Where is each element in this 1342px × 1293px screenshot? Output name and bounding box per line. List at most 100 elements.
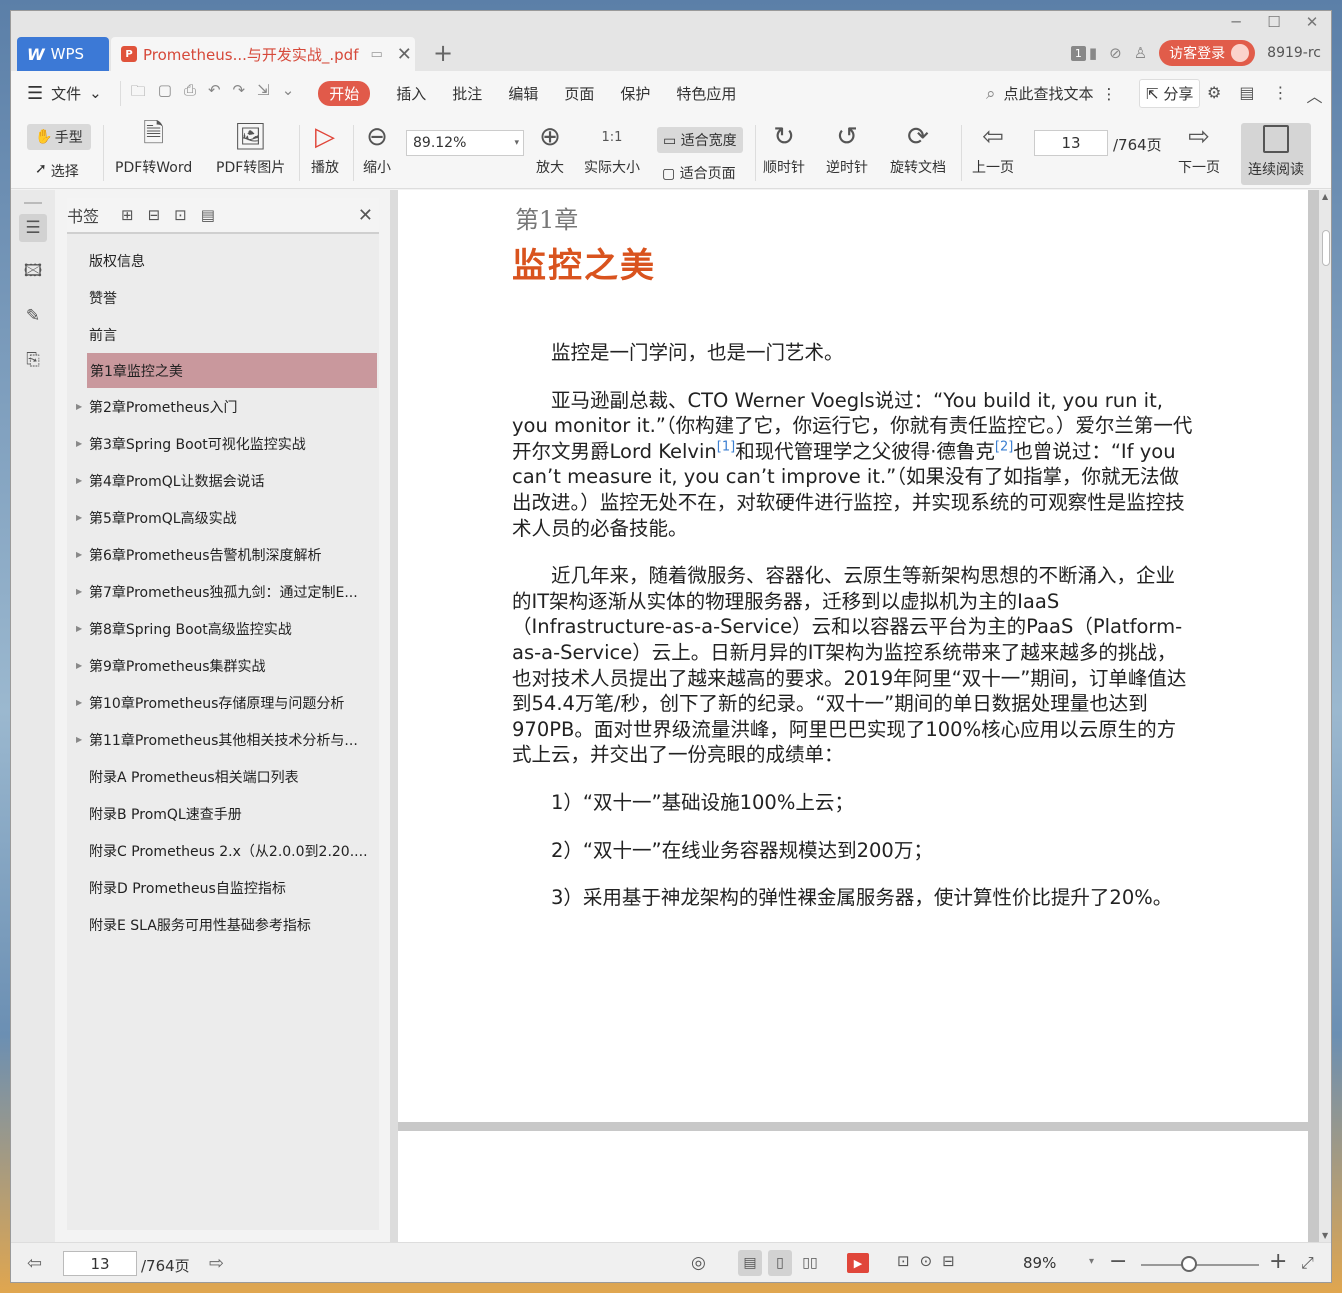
- tab-protect[interactable]: 保护: [620, 83, 650, 104]
- continuous-view-icon[interactable]: ▤: [738, 1250, 762, 1276]
- file-menu[interactable]: ☰ 文件 ⌄: [27, 83, 102, 104]
- expand-arrow-icon[interactable]: ▶: [76, 513, 82, 522]
- prev-page-button[interactable]: ⇦ 上一页: [972, 117, 1014, 177]
- expand-arrow-icon[interactable]: ▶: [76, 698, 82, 707]
- panel-splitter[interactable]: [390, 190, 398, 1242]
- sync-icon[interactable]: ⊘: [1109, 44, 1122, 62]
- footnote-ref[interactable]: [2]: [995, 439, 1013, 454]
- page-number-input[interactable]: 13: [1034, 130, 1108, 156]
- scroll-down-icon[interactable]: ▼: [1322, 1231, 1328, 1240]
- tab-special[interactable]: 特色应用: [676, 83, 736, 104]
- expand-arrow-icon[interactable]: ▶: [76, 624, 82, 633]
- scrollbar-thumb[interactable]: [1322, 230, 1330, 266]
- fit-page-status-icon[interactable]: ⊙: [920, 1252, 933, 1270]
- share-button[interactable]: ⇱ 分享: [1139, 79, 1201, 108]
- bookmark-item[interactable]: 附录E SLA服务可用性基础参考指标: [67, 906, 377, 943]
- fit-page-button[interactable]: ▢ 适合页面: [662, 163, 736, 183]
- bookmark-item[interactable]: 附录A Prometheus相关端口列表: [67, 758, 377, 795]
- monitor-icon[interactable]: ▭: [370, 47, 382, 62]
- zoom-minus-icon[interactable]: −: [1109, 1249, 1127, 1274]
- bookmark-item[interactable]: 附录D Prometheus自监控指标: [67, 869, 377, 906]
- attachment-icon[interactable]: ⎘: [19, 346, 47, 374]
- more-vertical-icon[interactable]: ⋮: [1102, 85, 1117, 103]
- zoom-slider-track[interactable]: [1141, 1264, 1259, 1266]
- bookmark-item[interactable]: ▶ 第9章Prometheus集群实战: [67, 647, 377, 684]
- bookmark-item[interactable]: 附录C Prometheus 2.x（从2.0.0到2.20....: [67, 832, 377, 869]
- bookmark-item[interactable]: ▶ 第8章Spring Boot高级监控实战: [67, 610, 377, 647]
- play-button[interactable]: ▷ 播放: [311, 117, 339, 177]
- status-zoom-value[interactable]: 89%: [1023, 1254, 1056, 1272]
- add-bookmark-icon[interactable]: ⊡: [174, 206, 187, 224]
- search-box[interactable]: ⌕ 点此查找文本 ⋮: [986, 83, 1117, 104]
- tab-insert[interactable]: 插入: [396, 83, 426, 104]
- skin-icon[interactable]: ♙: [1134, 44, 1147, 62]
- tab-page[interactable]: 页面: [564, 83, 594, 104]
- bookmark-item[interactable]: ▶ 第10章Prometheus存储原理与问题分析: [67, 684, 377, 721]
- bookmark-item[interactable]: ▶ 第2章Prometheus入门: [67, 388, 377, 425]
- pdf-to-image-button[interactable]: 🖼 PDF转图片: [216, 117, 285, 177]
- actual-size-status-icon[interactable]: ⊡: [897, 1252, 910, 1270]
- actual-size-button[interactable]: 1:1 实际大小: [584, 117, 640, 177]
- redo-icon[interactable]: ↷: [233, 81, 246, 106]
- zoom-out-button[interactable]: ⊖ 缩小: [363, 117, 391, 177]
- close-tab-button[interactable]: ✕: [397, 44, 412, 65]
- bookmark-item[interactable]: ▶第1章监控之美: [87, 353, 377, 388]
- open-folder-icon[interactable]: 🗀: [131, 81, 146, 106]
- zoom-plus-icon[interactable]: +: [1269, 1249, 1287, 1274]
- rotate-counterclockwise-button[interactable]: ↺ 逆时针: [826, 117, 868, 177]
- bookmark-item[interactable]: ▶ 第6章Prometheus告警机制深度解析: [67, 536, 377, 573]
- maximize-button[interactable]: ☐: [1255, 11, 1293, 33]
- expand-all-icon[interactable]: ⊞: [121, 206, 134, 224]
- settings-gear-icon[interactable]: ⚙: [1207, 83, 1221, 107]
- fit-width-status-icon[interactable]: ⊟: [942, 1252, 955, 1270]
- zoom-select[interactable]: 89.12% ▾: [406, 130, 524, 156]
- tab-wps-home[interactable]: W WPS: [17, 37, 109, 71]
- annotation-icon[interactable]: ✎: [19, 302, 47, 330]
- next-page-button[interactable]: ⇨ 下一页: [1178, 117, 1220, 177]
- window-switch-indicator[interactable]: 1 ▮: [1070, 44, 1097, 62]
- pdf-to-word-button[interactable]: 🗎 PDF转Word: [115, 117, 192, 177]
- undo-icon[interactable]: ↶: [208, 81, 221, 106]
- expand-arrow-icon[interactable]: ▶: [76, 550, 82, 559]
- tab-start[interactable]: 开始: [318, 80, 371, 106]
- zoom-slider-handle[interactable]: [1181, 1256, 1197, 1272]
- zoom-dropdown-icon[interactable]: ▾: [1089, 1256, 1094, 1267]
- close-panel-icon[interactable]: ✕: [358, 205, 373, 226]
- vertical-scrollbar[interactable]: ▲ ▼: [1319, 190, 1331, 1242]
- more-menu-icon[interactable]: ⋮: [1272, 83, 1288, 107]
- print-icon[interactable]: ⎙: [184, 81, 196, 106]
- rotate-document-button[interactable]: ⟳ 旋转文档: [890, 117, 946, 177]
- close-window-button[interactable]: ✕: [1293, 11, 1331, 33]
- status-page-input[interactable]: 13: [63, 1251, 137, 1276]
- expand-arrow-icon[interactable]: ▶: [76, 661, 82, 670]
- hand-tool-button[interactable]: ✋ 手型: [27, 124, 91, 150]
- bookmark-item[interactable]: 附录B PromQL速查手册: [67, 795, 377, 832]
- bookmark-options-icon[interactable]: ▤: [201, 206, 215, 224]
- export-icon[interactable]: ⇲: [257, 81, 270, 106]
- bookmark-item[interactable]: ▶ 第11章Prometheus其他相关技术分析与...: [67, 721, 377, 758]
- eye-protection-icon[interactable]: ◎: [691, 1253, 706, 1273]
- two-page-view-icon[interactable]: ▯▯: [798, 1250, 822, 1276]
- bookmark-item[interactable]: ▶ 第5章PromQL高级实战: [67, 499, 377, 536]
- document-viewport[interactable]: 第1章 监控之美 监控是一门学问，也是一门艺术。 亚马逊副总裁、CTO Wern…: [398, 190, 1319, 1242]
- next-page-icon[interactable]: ⇨: [209, 1253, 224, 1274]
- visitor-login-button[interactable]: 访客登录: [1159, 40, 1256, 66]
- continuous-read-button[interactable]: 连续阅读: [1241, 123, 1311, 185]
- bookmark-item[interactable]: ▶ 第7章Prometheus独孤九剑：通过定制E...: [67, 573, 377, 610]
- fullscreen-icon[interactable]: ⤢: [1301, 1253, 1314, 1273]
- minimize-button[interactable]: ─: [1217, 11, 1255, 33]
- zoom-in-button[interactable]: ⊕ 放大: [536, 117, 564, 177]
- bookmark-item[interactable]: ▶ 第4章PromQL让数据会说话: [67, 462, 377, 499]
- new-tab-button[interactable]: +: [433, 39, 453, 67]
- rotate-clockwise-button[interactable]: ↻ 顺时针: [763, 117, 805, 177]
- save-icon[interactable]: ▢: [158, 81, 172, 106]
- footnote-ref[interactable]: [1]: [717, 439, 735, 454]
- collapse-all-icon[interactable]: ⊟: [148, 206, 161, 224]
- single-page-view-icon[interactable]: ▯: [768, 1250, 792, 1276]
- tab-edit[interactable]: 编辑: [508, 83, 538, 104]
- more-quick-icon[interactable]: ⌄: [282, 81, 295, 106]
- scroll-up-icon[interactable]: ▲: [1322, 192, 1328, 201]
- expand-arrow-icon[interactable]: ▶: [76, 735, 82, 744]
- slideshow-play-icon[interactable]: ▶: [847, 1253, 869, 1273]
- comment-icon[interactable]: ▤: [1239, 83, 1254, 107]
